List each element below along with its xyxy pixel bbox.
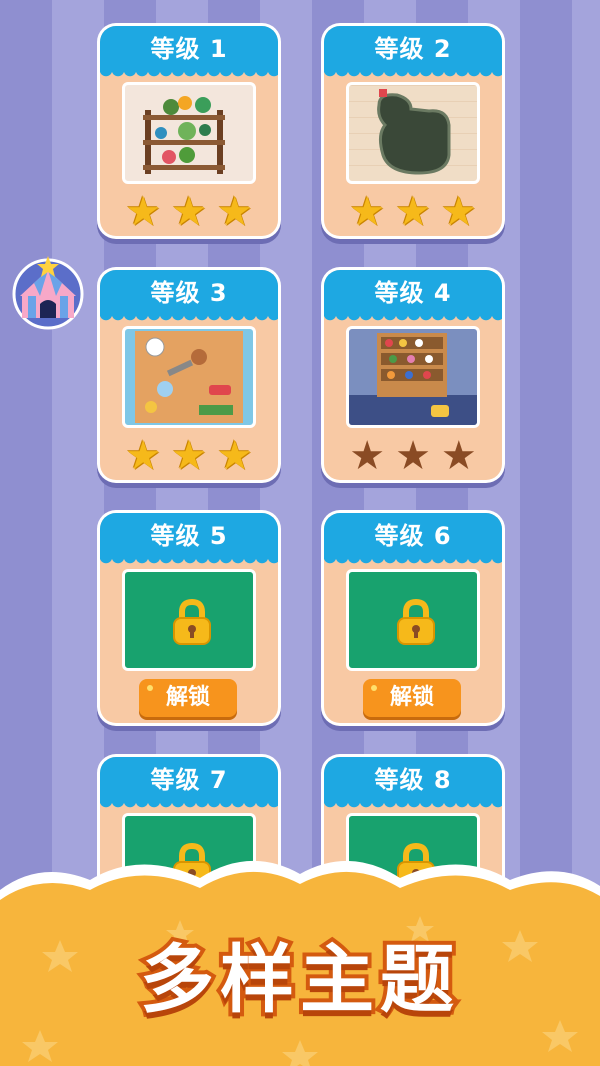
banner-title: 多样主题 [136, 933, 460, 1027]
level-title: 等级 5 [100, 513, 278, 565]
star-rating: ★ ★ ★ [324, 192, 502, 232]
unlock-button[interactable]: 解锁 [363, 679, 461, 717]
star-icon: ★ [171, 433, 207, 479]
level-thumbnail [122, 326, 256, 428]
level-title: 等级 1 [100, 26, 278, 78]
star-icon: ★ [440, 189, 477, 235]
level-card-1[interactable]: 等级 1 ★ ★ ★ [100, 26, 278, 236]
star-icon: ★ [395, 189, 431, 235]
level-card-2[interactable]: 等级 2 ★ ★ ★ [324, 26, 502, 236]
level-title: 等级 4 [324, 270, 502, 322]
unlock-button[interactable]: 解锁 [139, 679, 237, 717]
level-thumbnail [346, 326, 480, 428]
level-card-4[interactable]: 等级 4 ★ ★ ★ [324, 270, 502, 480]
level-title: 等级 2 [324, 26, 502, 78]
level-thumbnail [122, 82, 256, 184]
level-thumbnail-locked [122, 569, 256, 671]
star-icon: ★ [395, 433, 431, 479]
level-title: 等级 8 [324, 757, 502, 809]
level-card-6[interactable]: 等级 6 解锁 [324, 513, 502, 723]
level-title: 等级 3 [100, 270, 278, 322]
padlock-icon [173, 598, 211, 645]
star-icon: ★ [171, 189, 207, 235]
star-icon: ★ [216, 189, 253, 235]
level-title: 等级 6 [324, 513, 502, 565]
star-icon: ★ [349, 189, 386, 235]
level-title: 等级 7 [100, 757, 278, 809]
star-rating: ★ ★ ★ [100, 436, 278, 476]
star-icon: ★ [216, 433, 253, 479]
star-icon: ★ [349, 433, 386, 479]
padlock-icon [397, 598, 435, 645]
level-thumbnail [346, 82, 480, 184]
level-thumbnail-locked [346, 569, 480, 671]
star-icon: ★ [440, 433, 477, 479]
star-rating: ★ ★ ★ [100, 192, 278, 232]
level-card-5[interactable]: 等级 5 解锁 [100, 513, 278, 723]
star-icon: ★ [125, 433, 162, 479]
circus-tent-button[interactable] [10, 254, 86, 330]
star-icon: ★ [125, 189, 162, 235]
circus-tent-icon [12, 256, 84, 330]
star-rating: ★ ★ ★ [324, 436, 502, 476]
level-card-3[interactable]: 等级 3 ★ ★ ★ [100, 270, 278, 480]
